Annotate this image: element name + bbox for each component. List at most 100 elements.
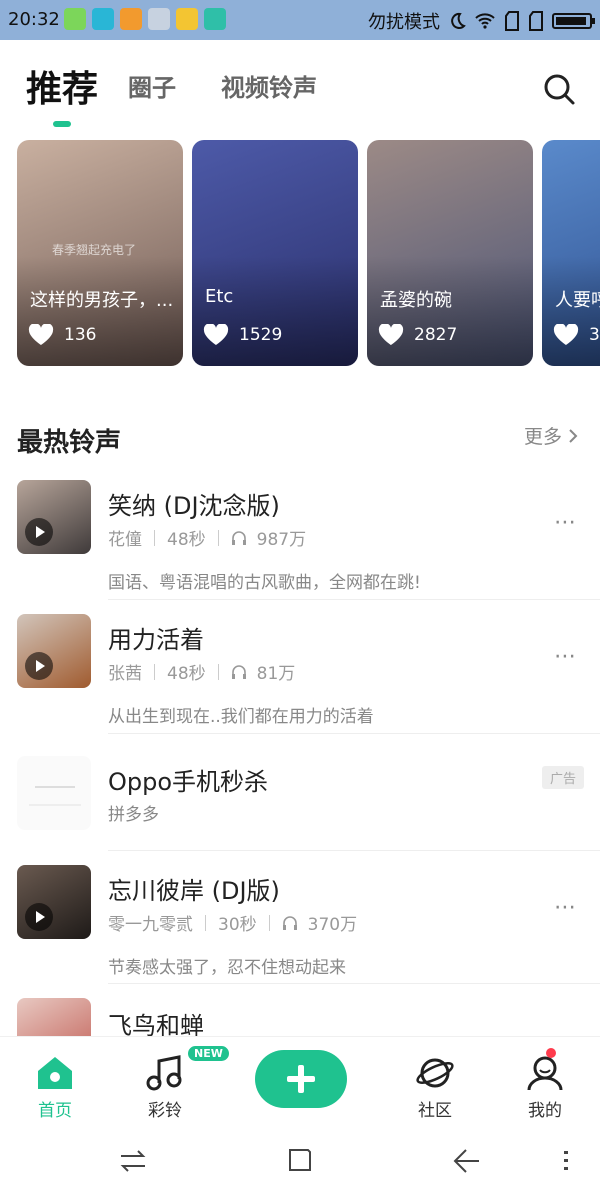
nav-home-label: 首页 bbox=[38, 1101, 72, 1121]
play-icon[interactable] bbox=[25, 903, 53, 931]
song-meta: 零一九零贰 30秒 370万 bbox=[108, 910, 357, 935]
folder-icon bbox=[176, 8, 198, 30]
wifi-icon bbox=[475, 13, 495, 29]
play-icon[interactable] bbox=[25, 518, 53, 546]
play-icon[interactable] bbox=[25, 652, 53, 680]
song-cover bbox=[17, 480, 91, 554]
divider bbox=[108, 733, 600, 734]
menu-icon[interactable] bbox=[560, 1149, 572, 1173]
ad-badge-label: 广告 bbox=[549, 772, 576, 787]
more-options-icon[interactable]: ⋯ bbox=[554, 644, 578, 669]
song-description: 节奏感太强了，忍不住想动起来 bbox=[108, 958, 346, 978]
nav-home[interactable]: 首页 bbox=[15, 1037, 95, 1125]
new-badge: NEW bbox=[188, 1046, 229, 1061]
notification-dot bbox=[546, 1048, 556, 1058]
heart-icon bbox=[378, 324, 404, 345]
music-note-icon bbox=[146, 1055, 182, 1091]
song-plays: 987万 bbox=[256, 530, 307, 550]
tab-circle[interactable]: 圈子 bbox=[128, 68, 176, 103]
card-likes-count: 136 bbox=[64, 325, 97, 345]
card-likes-count: 1529 bbox=[239, 325, 283, 345]
song-cover bbox=[17, 998, 91, 1038]
divider bbox=[108, 599, 600, 600]
back-icon[interactable] bbox=[452, 1146, 482, 1176]
video-banner-carousel[interactable]: 春季翘起充电了 这样的男孩子，... 136 Etc 1529 孟婆的碗 282… bbox=[17, 140, 600, 366]
card-title: Etc bbox=[205, 286, 234, 307]
switch-icon[interactable] bbox=[118, 1146, 148, 1176]
song-artist: 零一九零贰 bbox=[108, 915, 193, 935]
song-duration: 48秒 bbox=[167, 530, 206, 550]
sim-icon bbox=[529, 11, 543, 31]
video-card[interactable]: 人要呼 3 bbox=[542, 140, 600, 366]
card-likes-count: 3 bbox=[589, 325, 600, 345]
list-item[interactable]: 飞鸟和蝉 bbox=[0, 998, 600, 1038]
list-item[interactable]: 笑纳 (DJ沈念版) 花僮 48秒 987万 国语、粤语混唱的古风歌曲，全网都在… bbox=[0, 480, 600, 600]
search-icon[interactable] bbox=[542, 72, 576, 106]
more-link[interactable]: 更多 bbox=[524, 422, 578, 449]
app-notification-icon bbox=[92, 8, 114, 30]
song-cover bbox=[17, 614, 91, 688]
video-card[interactable]: Etc 1529 bbox=[192, 140, 358, 366]
nav-community[interactable]: 社区 bbox=[395, 1037, 475, 1125]
bottom-navigation: 首页 彩铃 NEW 社区 我的 bbox=[0, 1036, 600, 1125]
tab-video-ringtone[interactable]: 视频铃声 bbox=[221, 68, 317, 103]
chevron-right-icon bbox=[569, 428, 578, 443]
status-right: 勿扰模式 bbox=[368, 8, 595, 34]
home-square-icon[interactable] bbox=[286, 1146, 314, 1174]
profile-icon bbox=[527, 1056, 563, 1091]
headphones-icon bbox=[231, 530, 246, 545]
card-title: 这样的男孩子，... bbox=[30, 290, 174, 311]
song-title: 飞鸟和蝉 bbox=[108, 1012, 204, 1038]
list-item[interactable]: 忘川彼岸 (DJ版) 零一九零贰 30秒 370万 节奏感太强了，忍不住想动起来… bbox=[0, 865, 600, 985]
list-item[interactable]: 用力活着 张茜 48秒 81万 从出生到现在..我们都在用力的活着 ⋯ bbox=[0, 614, 600, 734]
song-plays: 81万 bbox=[256, 664, 296, 684]
ad-list-item[interactable]: Oppo手机秒杀 拼多多 广告 bbox=[0, 746, 600, 846]
song-description: 国语、粤语混唱的古风歌曲，全网都在跳! bbox=[108, 573, 421, 593]
song-duration: 30秒 bbox=[218, 915, 257, 935]
clean-icon bbox=[148, 8, 170, 30]
nav-mine-label: 我的 bbox=[528, 1101, 562, 1121]
song-title: 忘川彼岸 (DJ版) bbox=[108, 877, 280, 905]
song-cover bbox=[17, 865, 91, 939]
dnd-mode-label: 勿扰模式 bbox=[368, 12, 440, 33]
card-watermark: 春季翘起充电了 bbox=[52, 243, 137, 257]
headphones-icon bbox=[231, 664, 246, 679]
video-card[interactable]: 孟婆的碗 2827 bbox=[367, 140, 533, 366]
sim-icon bbox=[505, 11, 519, 31]
status-time: 20:32 bbox=[8, 9, 60, 30]
battery-icon bbox=[552, 13, 595, 29]
song-artist: 张茜 bbox=[108, 664, 142, 684]
nav-mine[interactable]: 我的 bbox=[505, 1037, 585, 1125]
usb-icon bbox=[204, 8, 226, 30]
more-options-icon[interactable]: ⋯ bbox=[554, 510, 578, 535]
song-meta: 花僮 48秒 987万 bbox=[108, 525, 306, 550]
app-notification-icon bbox=[64, 8, 86, 30]
song-title: 用力活着 bbox=[108, 626, 204, 654]
moon-icon bbox=[451, 12, 466, 29]
song-duration: 48秒 bbox=[167, 664, 206, 684]
card-title: 孟婆的碗 bbox=[380, 290, 452, 311]
divider bbox=[108, 850, 600, 851]
song-title: 笑纳 (DJ沈念版) bbox=[108, 492, 280, 520]
video-card[interactable]: 春季翘起充电了 这样的男孩子，... 136 bbox=[17, 140, 183, 366]
system-navigation-bar bbox=[0, 1124, 600, 1200]
tab-indicator bbox=[53, 121, 71, 127]
heart-icon bbox=[203, 324, 229, 345]
tab-recommend[interactable]: 推荐 bbox=[26, 60, 98, 112]
headphones-icon bbox=[282, 915, 297, 930]
top-tabs: 推荐 圈子 视频铃声 bbox=[0, 60, 600, 130]
status-bar: 20:32 勿扰模式 bbox=[0, 0, 600, 40]
warning-icon bbox=[120, 8, 142, 30]
song-artist: 花僮 bbox=[108, 530, 142, 550]
add-button[interactable] bbox=[255, 1050, 347, 1108]
nav-ringback-label: 彩铃 bbox=[148, 1101, 182, 1121]
card-likes: 136 bbox=[28, 324, 96, 346]
song-description: 从出生到现在..我们都在用力的活着 bbox=[108, 707, 374, 727]
nav-community-label: 社区 bbox=[418, 1101, 452, 1121]
card-likes-count: 2827 bbox=[414, 325, 458, 345]
ad-sponsor: 拼多多 bbox=[108, 805, 159, 825]
notification-icons bbox=[64, 8, 226, 30]
more-options-icon[interactable]: ⋯ bbox=[554, 895, 578, 920]
card-likes: 3 bbox=[553, 324, 600, 346]
more-label: 更多 bbox=[523, 426, 562, 448]
